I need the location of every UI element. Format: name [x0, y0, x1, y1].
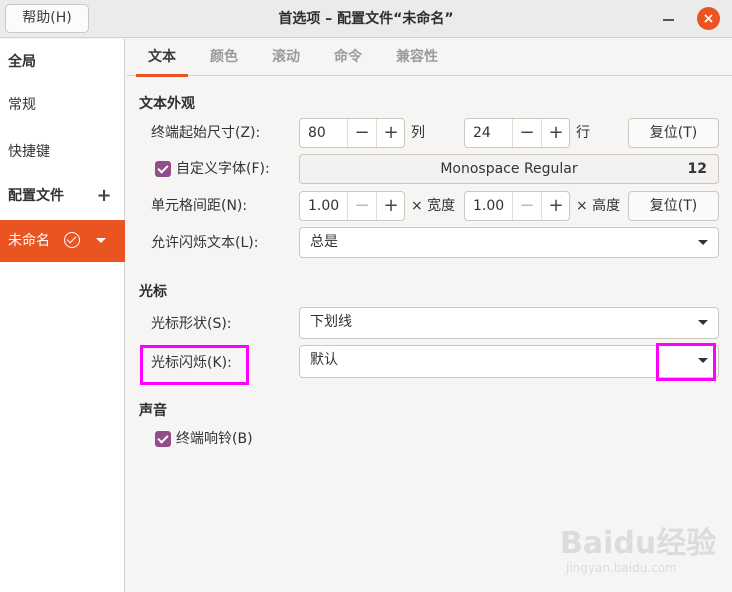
watermark-url: jingyan.baidu.com — [566, 561, 677, 575]
rows-unit-label: 行 — [576, 125, 590, 141]
text-appearance-heading: 文本外观 — [139, 96, 195, 112]
minimize-icon[interactable] — [660, 10, 678, 28]
sidebar-item-global[interactable]: 全局 — [0, 42, 125, 82]
columns-value[interactable]: 80 — [308, 119, 326, 147]
columns-increment-button[interactable]: + — [376, 119, 405, 147]
reset-size-button[interactable]: 复位(T) — [628, 118, 719, 148]
cell-width-increment-button[interactable]: + — [376, 192, 405, 220]
tab-colors[interactable]: 颜色 — [198, 39, 250, 76]
tab-scrolling[interactable]: 滚动 — [260, 39, 312, 76]
tab-compatibility[interactable]: 兼容性 — [384, 39, 450, 76]
reset-spacing-button[interactable]: 复位(T) — [628, 191, 719, 221]
columns-decrement-button[interactable]: − — [347, 119, 376, 147]
help-button[interactable]: 帮助(H) — [5, 4, 89, 33]
profiles-heading: 配置文件 — [8, 188, 64, 204]
cell-width-value[interactable]: 1.00 — [308, 192, 339, 220]
cell-width-spinbox: 1.00 − + — [299, 191, 405, 221]
sidebar-item-profiles: 配置文件 + — [0, 176, 125, 216]
cell-height-decrement-button[interactable]: − — [512, 192, 541, 220]
cell-spacing-label: 单元格间距(N): — [151, 198, 248, 214]
cell-height-increment-button[interactable]: + — [541, 192, 570, 220]
columns-unit-label: 列 — [411, 125, 425, 141]
terminal-bell-checkbox[interactable] — [155, 431, 171, 447]
columns-spinbox: 80 − + — [299, 118, 405, 148]
add-profile-button[interactable]: + — [94, 176, 114, 216]
tab-bar: 文本 颜色 滚动 命令 兼容性 — [127, 39, 732, 77]
sidebar-item-profile-unnamed[interactable]: 未命名 — [0, 220, 125, 262]
rows-value[interactable]: 24 — [473, 119, 491, 147]
dropdown-arrow-icon — [698, 240, 708, 245]
cell-width-decrement-button[interactable]: − — [347, 192, 376, 220]
tab-command[interactable]: 命令 — [322, 39, 374, 76]
allow-blink-value: 总是 — [310, 234, 338, 250]
font-chooser-button[interactable]: Monospace Regular 12 — [299, 154, 719, 184]
terminal-bell-label: 终端响铃(B) — [176, 431, 253, 447]
rows-decrement-button[interactable]: − — [512, 119, 541, 147]
sidebar-item-general[interactable]: 常规 — [0, 85, 125, 125]
profile-name: 未命名 — [8, 233, 50, 249]
font-size: 12 — [687, 161, 707, 177]
sound-heading: 声音 — [139, 403, 167, 419]
watermark-logo: Baidu经验 — [560, 526, 717, 561]
cursor-blink-value: 默认 — [310, 352, 338, 368]
initial-size-label: 终端起始尺寸(Z): — [151, 125, 261, 141]
custom-font-checkbox[interactable] — [155, 161, 171, 177]
window-title: 首选项 – 配置文件“未命名” — [278, 11, 454, 27]
cursor-shape-combo[interactable]: 下划线 — [299, 307, 719, 339]
default-profile-check-icon — [64, 232, 80, 248]
allow-blink-combo[interactable]: 总是 — [299, 227, 719, 258]
cursor-heading: 光标 — [139, 284, 167, 300]
cell-height-spinbox: 1.00 − + — [464, 191, 570, 221]
rows-increment-button[interactable]: + — [541, 119, 570, 147]
close-button[interactable] — [697, 7, 720, 30]
rows-spinbox: 24 − + — [464, 118, 570, 148]
custom-font-label: 自定义字体(F): — [176, 161, 270, 177]
annotation-highlight-arrow — [656, 343, 716, 381]
dropdown-arrow-icon — [698, 320, 708, 325]
cell-width-unit-label: × 宽度 — [411, 198, 456, 214]
sidebar: 全局 常规 快捷键 配置文件 + 未命名 — [0, 39, 125, 592]
cell-height-unit-label: × 高度 — [576, 198, 621, 214]
cell-height-value[interactable]: 1.00 — [473, 192, 504, 220]
close-icon — [704, 14, 713, 23]
tab-text[interactable]: 文本 — [136, 39, 188, 77]
annotation-highlight-label — [140, 345, 249, 385]
sidebar-item-shortcuts[interactable]: 快捷键 — [0, 132, 125, 172]
cursor-shape-label: 光标形状(S): — [151, 316, 232, 332]
allow-blink-label: 允许闪烁文本(L): — [151, 235, 259, 251]
font-name: Monospace Regular — [440, 161, 578, 177]
profile-menu-arrow-icon[interactable] — [96, 238, 106, 243]
cursor-shape-value: 下划线 — [310, 314, 352, 330]
title-bar: 帮助(H) 首选项 – 配置文件“未命名” — [0, 0, 732, 38]
